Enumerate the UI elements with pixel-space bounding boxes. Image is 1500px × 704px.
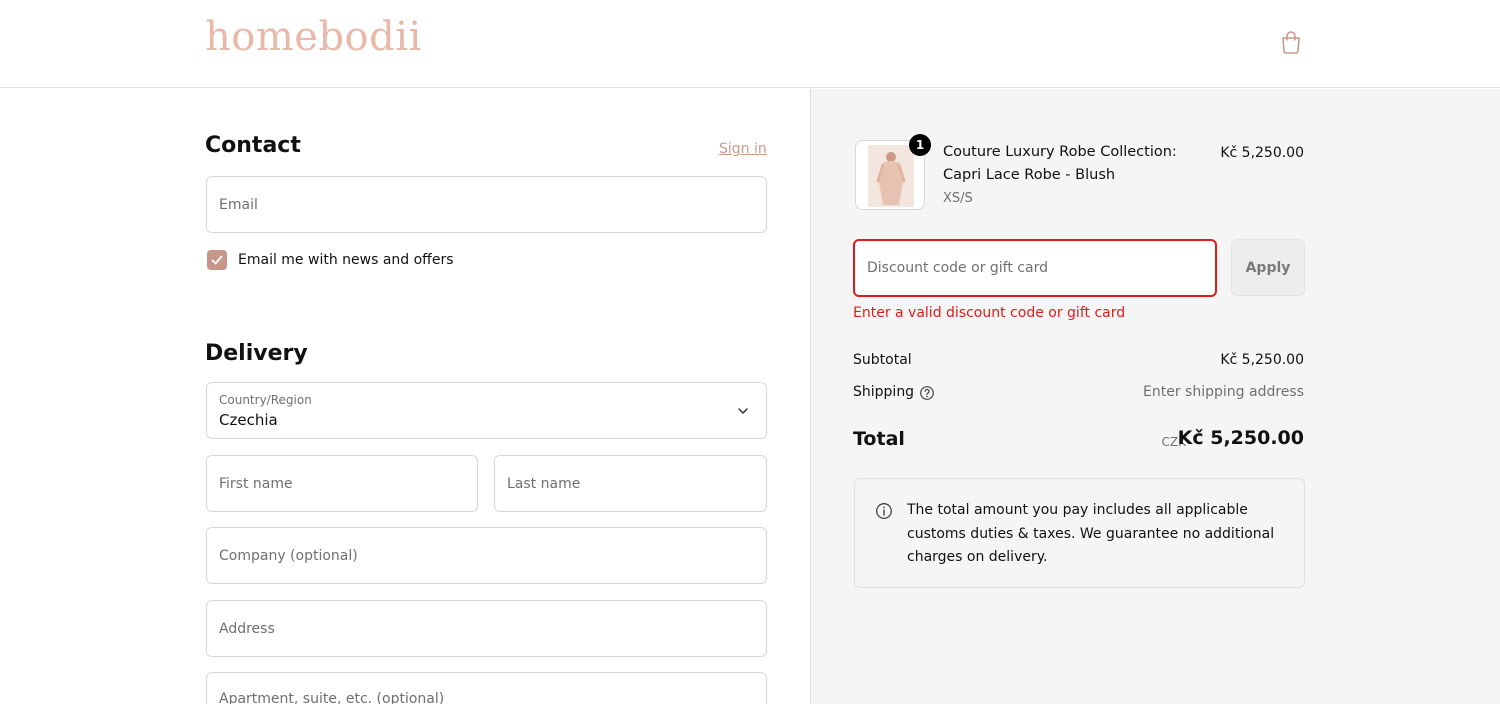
- apartment-placeholder: Apartment, suite, etc. (optional): [219, 691, 445, 704]
- apartment-field[interactable]: Apartment, suite, etc. (optional): [206, 672, 767, 704]
- country-value: Czechia: [219, 411, 278, 429]
- quantity-badge: 1: [909, 134, 931, 156]
- shipping-value: Enter shipping address: [1143, 384, 1304, 400]
- total-label: Total: [853, 428, 905, 450]
- checkmark-icon: [211, 255, 223, 265]
- shipping-label: Shipping: [853, 384, 915, 400]
- newsletter-checkbox[interactable]: [207, 250, 227, 270]
- subtotal-label: Subtotal: [853, 352, 912, 368]
- brand-logo[interactable]: homebodii: [205, 14, 422, 60]
- total-amount: Kč 5,250.00: [1177, 427, 1304, 449]
- delivery-title: Delivery: [205, 341, 308, 366]
- duties-notice-text: The total amount you pay includes all ap…: [907, 502, 1275, 565]
- last-name-placeholder: Last name: [507, 475, 581, 492]
- company-placeholder: Company (optional): [219, 547, 358, 564]
- last-name-field[interactable]: Last name: [494, 455, 767, 512]
- info-icon: [876, 503, 892, 519]
- apply-discount-button[interactable]: Apply: [1231, 239, 1305, 296]
- order-summary: 1 Couture Luxury Robe Collection: Capri …: [810, 89, 1500, 704]
- product-price: Kč 5,250.00: [1220, 145, 1304, 161]
- country-select[interactable]: Country/Region Czechia: [206, 382, 767, 439]
- shopping-bag-icon[interactable]: [1278, 29, 1304, 55]
- product-variant: XS/S: [943, 191, 973, 206]
- subtotal-value: Kč 5,250.00: [1220, 352, 1304, 368]
- contact-title: Contact: [205, 133, 301, 158]
- duties-notice: The total amount you pay includes all ap…: [854, 478, 1305, 588]
- country-label: Country/Region: [219, 393, 312, 407]
- first-name-placeholder: First name: [219, 475, 293, 492]
- product-name: Couture Luxury Robe Collection: Capri La…: [943, 144, 1177, 183]
- site-header: homebodii: [0, 0, 1500, 88]
- newsletter-label[interactable]: Email me with news and offers: [238, 252, 454, 268]
- discount-error-message: Enter a valid discount code or gift card: [853, 305, 1126, 321]
- first-name-field[interactable]: First name: [206, 455, 478, 512]
- sign-in-link[interactable]: Sign in: [719, 141, 767, 157]
- address-placeholder: Address: [219, 620, 275, 637]
- chevron-down-icon: [738, 407, 748, 414]
- checkout-form: Contact Sign in Email Email me with news…: [0, 89, 810, 704]
- discount-placeholder: Discount code or gift card: [867, 260, 1048, 276]
- email-field[interactable]: Email: [206, 176, 767, 233]
- company-field[interactable]: Company (optional): [206, 527, 767, 584]
- email-placeholder: Email: [219, 196, 258, 213]
- address-field[interactable]: Address: [206, 600, 767, 657]
- discount-code-input[interactable]: Discount code or gift card: [853, 239, 1217, 297]
- help-circle-icon[interactable]: [919, 385, 935, 401]
